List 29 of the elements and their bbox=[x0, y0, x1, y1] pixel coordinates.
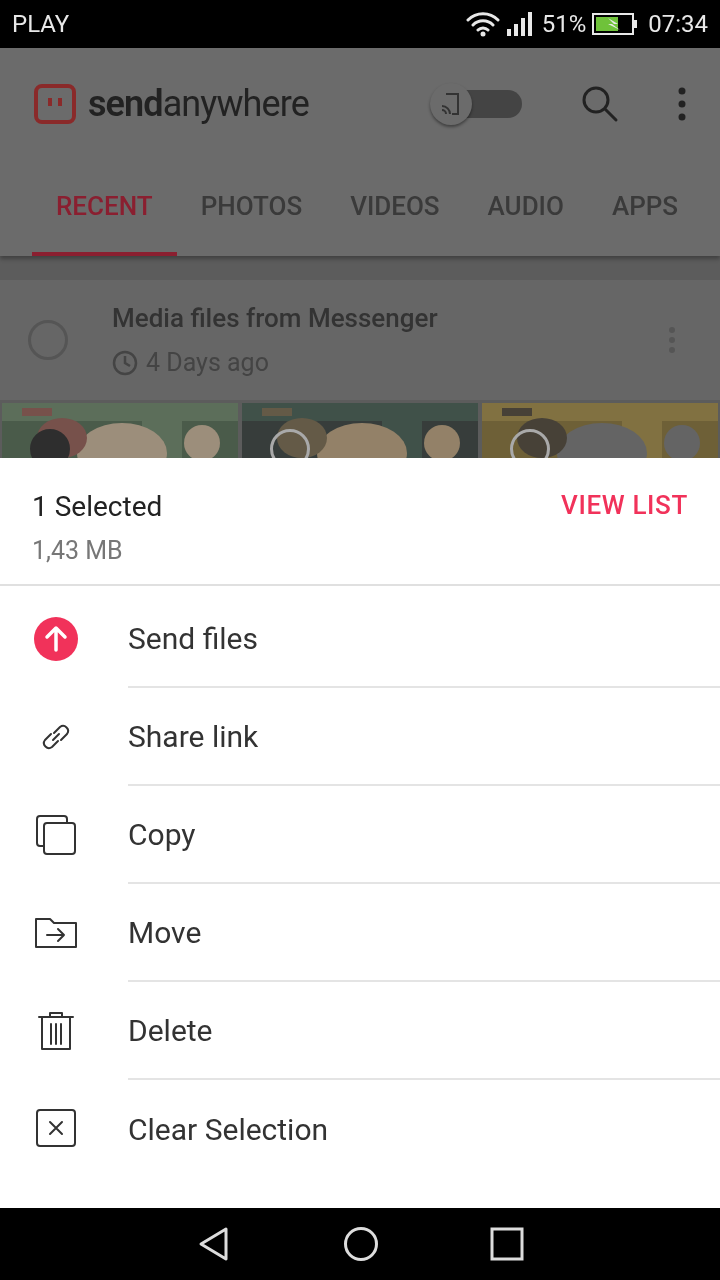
action-item[interactable]: Copy bbox=[0, 786, 720, 884]
app-logo: sendanywhere bbox=[34, 77, 309, 131]
more-menu-icon[interactable] bbox=[678, 87, 686, 121]
action-item[interactable]: Move bbox=[0, 884, 720, 982]
action-label: Copy bbox=[128, 815, 196, 854]
view-list-button[interactable]: VIEW LIST bbox=[560, 486, 688, 525]
battery-percent: 51% bbox=[541, 9, 587, 40]
cast-icon bbox=[440, 92, 462, 116]
search-icon[interactable] bbox=[580, 84, 620, 124]
action-item[interactable]: Clear Selection bbox=[0, 1080, 720, 1178]
action-label: Move bbox=[128, 913, 202, 952]
action-item[interactable]: Share link bbox=[0, 688, 720, 786]
recents-icon[interactable] bbox=[490, 1227, 525, 1261]
action-label: Send files bbox=[128, 619, 258, 658]
cast-toggle[interactable] bbox=[430, 81, 522, 127]
action-item[interactable]: Delete bbox=[0, 982, 720, 1080]
home-icon[interactable] bbox=[343, 1226, 379, 1262]
action-label: Clear Selection bbox=[128, 1110, 329, 1149]
wifi-icon bbox=[465, 11, 500, 37]
copy-icon bbox=[34, 813, 78, 857]
clock: 07:34 bbox=[648, 9, 708, 40]
action-label: Share link bbox=[128, 717, 259, 756]
carrier-name: PLAY bbox=[12, 9, 70, 40]
selected-size: 1,43 MB bbox=[32, 535, 124, 567]
action-label: Delete bbox=[128, 1011, 213, 1050]
action-item[interactable]: Send files bbox=[0, 590, 720, 688]
selected-count: 1 Selected bbox=[32, 489, 163, 525]
battery-charging-icon bbox=[592, 12, 639, 36]
clock-icon bbox=[112, 349, 138, 376]
